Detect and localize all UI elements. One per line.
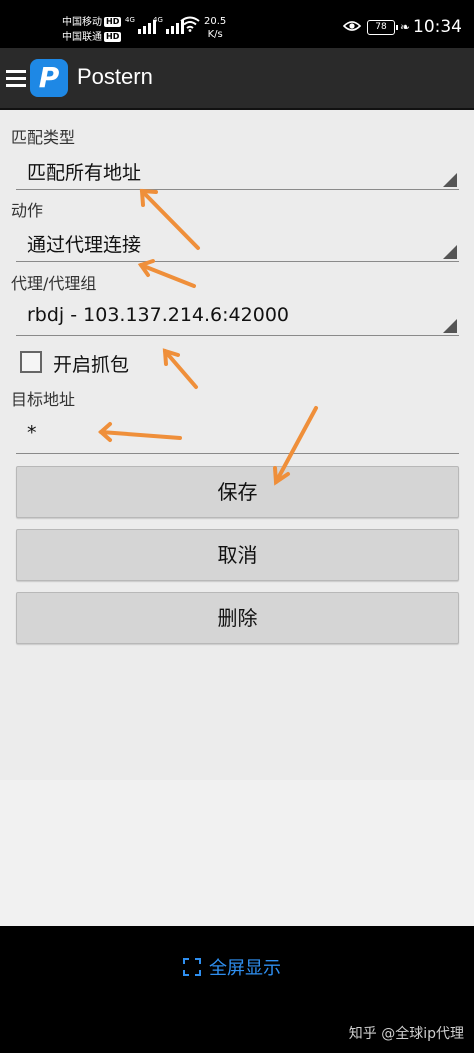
status-bar: 中国移动 HD 中国联通 HD 4G 4G 20.5 K/s 78 ❧ 10:34 — [0, 0, 474, 48]
annotation-arrow — [139, 263, 196, 288]
network-speed: 20.5 K/s — [204, 16, 227, 40]
target-address-input[interactable]: * — [16, 414, 459, 454]
eye-icon — [343, 21, 361, 31]
match-type-label: 匹配类型 — [11, 128, 76, 147]
app-logo: P — [30, 59, 68, 97]
dropdown-arrow-icon — [443, 245, 457, 259]
battery-icon: 78 — [367, 20, 398, 35]
menu-icon[interactable] — [6, 70, 26, 91]
carrier-2: 中国联通 — [62, 32, 102, 43]
clock: 10:34 — [413, 17, 462, 37]
carrier-info: 中国移动 HD 中国联通 HD — [62, 15, 122, 45]
action-bar: P Postern — [0, 48, 474, 110]
dropdown-arrow-icon — [443, 319, 457, 333]
bottom-bar: 全屏显示 知乎 @全球ip代理 — [0, 926, 474, 1053]
hd-badge: HD — [104, 17, 122, 27]
action-value: 通过代理连接 — [27, 234, 142, 256]
proxy-label: 代理/代理组 — [11, 274, 97, 293]
action-label: 动作 — [11, 201, 44, 220]
target-address-label: 目标地址 — [11, 390, 76, 409]
delete-button[interactable]: 删除 — [16, 592, 459, 644]
dropdown-arrow-icon — [443, 173, 457, 187]
watermark: 知乎 @全球ip代理 — [348, 1026, 464, 1042]
carrier-1: 中国移动 — [62, 17, 102, 28]
fullscreen-label: 全屏显示 — [209, 958, 281, 979]
capture-label: 开启抓包 — [53, 354, 130, 376]
expand-icon — [183, 958, 201, 976]
signal-icon: 4G — [125, 16, 156, 34]
proxy-value: rbdj - 103.137.214.6:42000 — [27, 304, 289, 326]
leaf-icon: ❧ — [400, 20, 411, 34]
capture-checkbox[interactable] — [20, 351, 42, 373]
target-address-value: * — [27, 422, 37, 444]
fullscreen-button[interactable]: 全屏显示 — [183, 954, 281, 980]
wifi-icon — [180, 16, 200, 32]
hd-badge: HD — [104, 32, 122, 42]
cancel-button[interactable]: 取消 — [16, 529, 459, 581]
app-title: Postern — [77, 64, 153, 89]
content-background — [0, 780, 474, 926]
proxy-dropdown[interactable]: rbdj - 103.137.214.6:42000 — [16, 296, 459, 336]
match-type-dropdown[interactable]: 匹配所有地址 — [16, 150, 459, 190]
match-type-value: 匹配所有地址 — [27, 162, 142, 184]
annotation-arrow — [163, 349, 198, 389]
action-dropdown[interactable]: 通过代理连接 — [16, 222, 459, 262]
save-button[interactable]: 保存 — [16, 466, 459, 518]
